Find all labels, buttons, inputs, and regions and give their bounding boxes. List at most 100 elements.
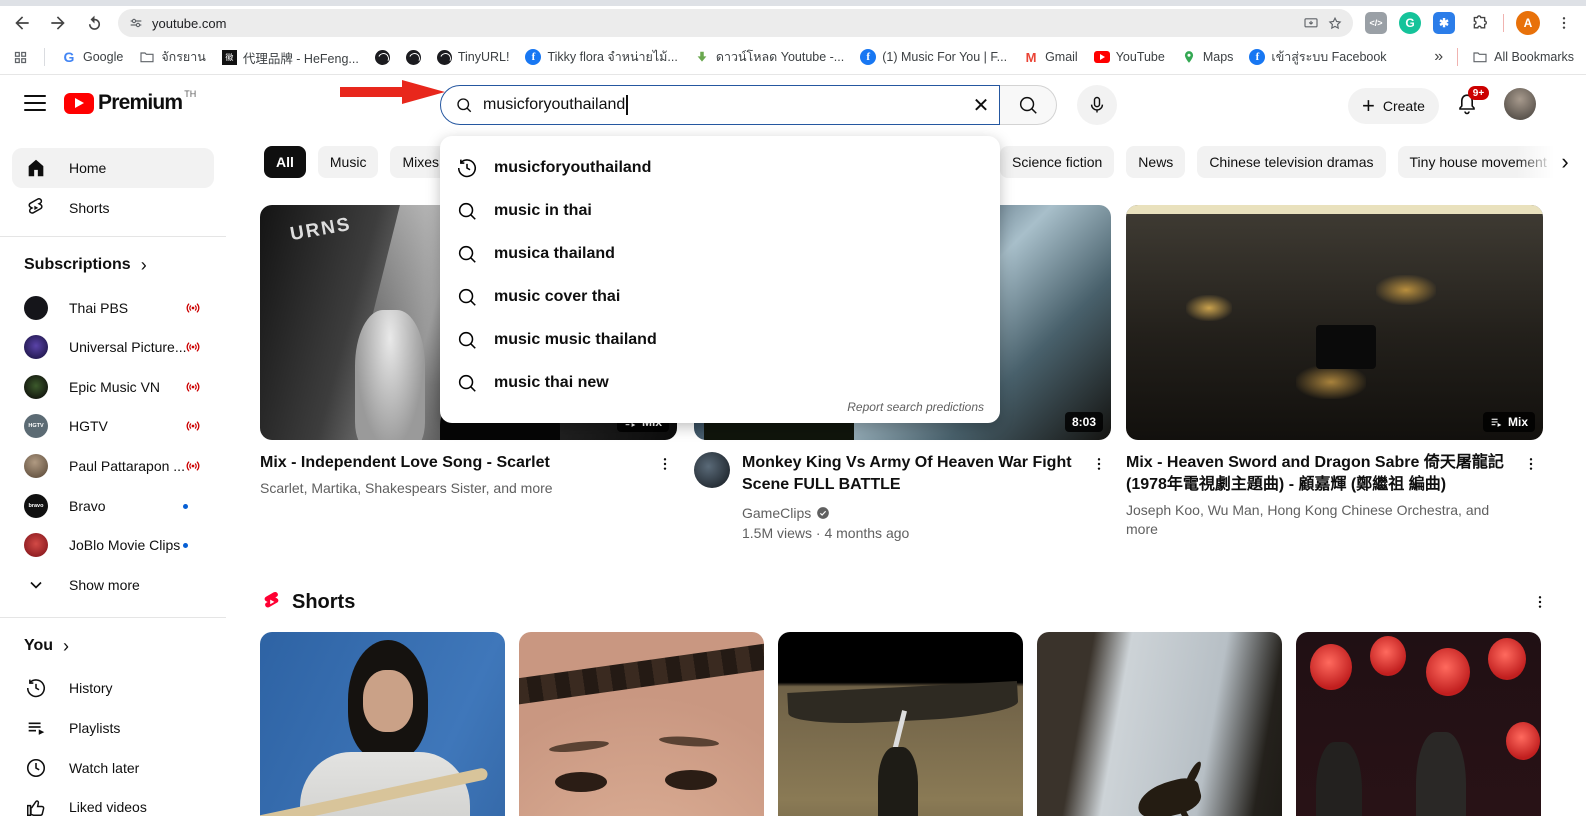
shorts-thumbnail-4[interactable] <box>1037 632 1282 816</box>
live-badge-icon <box>184 378 202 396</box>
video-subtitle[interactable]: Joseph Koo, Wu Man, Hong Kong Chinese Or… <box>1126 501 1519 539</box>
bookmark-hefeng[interactable]: 徽 代理品牌 - HeFeng... <box>222 48 359 67</box>
grammarly-extension-icon[interactable]: G <box>1399 12 1421 34</box>
chips-scroll-right-chevron[interactable]: › <box>1552 149 1578 175</box>
sidebar-item-shorts[interactable]: Shorts <box>12 188 214 228</box>
sidebar-show-more[interactable]: Show more <box>12 565 214 605</box>
suggestion-item[interactable]: musicforyouthailand <box>440 146 1000 189</box>
apps-grid-icon[interactable] <box>12 49 28 65</box>
bookmark-download-youtube[interactable]: ดาวน์โหลด Youtube -... <box>694 47 844 67</box>
video-meta: 1.5M views · 4 months ago <box>742 524 1087 543</box>
search-input[interactable]: musicforyouthailand <box>440 85 1000 125</box>
video-title[interactable]: Mix - Heaven Sword and Dragon Sabre 倚天屠龍… <box>1126 452 1519 496</box>
sidebar-channel-epic-music-vn[interactable]: Epic Music VN <box>12 367 214 407</box>
video-menu-kebab-icon[interactable] <box>653 452 677 476</box>
bookmarks-divider <box>1457 48 1458 66</box>
bookmark-gmail[interactable]: M Gmail <box>1023 49 1078 65</box>
chip-science-fiction[interactable]: Science fiction <box>1000 146 1114 178</box>
chip-news[interactable]: News <box>1126 146 1185 178</box>
bookmark-tinyurl[interactable]: TinyURL! <box>437 50 510 65</box>
sidebar-channel-paul-pattarapon[interactable]: Paul Pattarapon ... <box>12 446 214 486</box>
home-icon <box>24 156 48 180</box>
thumbnail-art <box>1310 644 1352 690</box>
bookmark-music-for-you[interactable]: f (1) Music For You | F... <box>860 49 1007 65</box>
verified-icon <box>816 506 830 520</box>
sidebar-item-liked-videos[interactable]: Liked videos <box>12 787 214 816</box>
suggestion-item[interactable]: musica thailand <box>440 232 1000 275</box>
sidebar-channel-joblo[interactable]: JoBlo Movie Clips <box>12 525 214 565</box>
sidebar-channel-thai-pbs[interactable]: Thai PBS <box>12 288 214 328</box>
bookmark-youtube[interactable]: YouTube <box>1094 50 1165 64</box>
suggestion-item[interactable]: music thai new <box>440 361 1000 404</box>
thumbnail-art <box>363 670 413 732</box>
bookmark-folder[interactable]: จักรยาน <box>139 47 206 67</box>
channel-name-row[interactable]: GameClips <box>742 505 1087 521</box>
channel-avatar[interactable] <box>694 452 730 488</box>
shorts-thumbnail-3[interactable] <box>778 632 1023 816</box>
site-info-icon[interactable] <box>128 15 144 31</box>
video-title[interactable]: Mix - Independent Love Song - Scarlet <box>260 452 653 474</box>
code-extension-icon[interactable]: </> <box>1365 12 1387 34</box>
thumbnail-art <box>1316 742 1362 816</box>
shorts-thumbnail-2[interactable] <box>519 632 764 816</box>
video-card-3: Mix Mix - Heaven Sword and Dragon Sabre … <box>1126 205 1543 539</box>
create-button[interactable]: + Create <box>1348 88 1439 124</box>
extensions-puzzle-icon[interactable] <box>1467 11 1491 35</box>
bookmark-google[interactable]: G Google <box>61 49 123 65</box>
plus-icon: + <box>1362 95 1375 117</box>
browser-profile-avatar[interactable]: A <box>1516 11 1540 35</box>
chip-all[interactable]: All <box>264 146 306 178</box>
account-avatar[interactable] <box>1504 88 1536 120</box>
suggestion-item[interactable]: music in thai <box>440 189 1000 232</box>
sidebar-channel-universal[interactable]: Universal Picture... <box>12 327 214 367</box>
reload-icon[interactable] <box>82 11 106 35</box>
video-title[interactable]: Monkey King Vs Army Of Heaven War Fight … <box>742 452 1087 496</box>
voice-search-button[interactable] <box>1077 85 1117 125</box>
bookmark-star-icon[interactable] <box>1327 15 1343 31</box>
search-button[interactable] <box>1000 85 1057 125</box>
facebook-icon: f <box>860 49 876 65</box>
sidebar-item-history[interactable]: History <box>12 668 214 708</box>
mix-badge: Mix <box>1483 412 1535 432</box>
sidebar-channel-hgtv[interactable]: HGTV HGTV <box>12 406 214 446</box>
browser-menu-kebab-icon[interactable] <box>1552 11 1576 35</box>
suggestion-item[interactable]: music cover thai <box>440 275 1000 318</box>
address-bar[interactable]: youtube.com <box>118 9 1353 37</box>
clear-search-button[interactable]: ✕ <box>962 85 1000 125</box>
youtube-premium-logo[interactable]: Premium TH <box>64 89 196 115</box>
sidebar-item-watch-later[interactable]: Watch later <box>12 748 214 788</box>
forward-icon[interactable] <box>46 11 70 35</box>
youtube-play-icon <box>64 93 94 114</box>
thumbnail-art <box>1186 295 1232 321</box>
video-menu-kebab-icon[interactable] <box>1519 452 1543 476</box>
sidebar-item-home[interactable]: Home <box>12 148 214 188</box>
bookmark-globe-2[interactable] <box>406 50 421 65</box>
chip-music[interactable]: Music <box>318 146 379 178</box>
channel-avatar <box>24 296 48 320</box>
back-icon[interactable] <box>10 11 34 35</box>
suggestion-item[interactable]: music music thailand <box>440 318 1000 361</box>
video-menu-kebab-icon[interactable] <box>1087 452 1111 476</box>
subscriptions-header[interactable]: Subscriptions › <box>24 250 147 280</box>
chip-chinese-tv-dramas[interactable]: Chinese television dramas <box>1197 146 1385 178</box>
bookmark-tikky-flora[interactable]: f Tikky flora จำหน่ายไม้... <box>525 47 677 67</box>
bookmark-globe-1[interactable] <box>375 50 390 65</box>
you-header[interactable]: You › <box>24 631 69 661</box>
bookmark-facebook-login[interactable]: f เข้าสู่ระบบ Facebook <box>1249 47 1386 67</box>
guide-hamburger-icon[interactable] <box>24 91 46 115</box>
install-app-icon[interactable] <box>1303 15 1319 31</box>
all-bookmarks-button[interactable]: All Bookmarks <box>1472 49 1574 65</box>
sidebar-channel-bravo[interactable]: bravo Bravo <box>12 486 214 526</box>
shorts-menu-kebab-icon[interactable] <box>1528 590 1552 614</box>
shorts-thumbnail-5[interactable] <box>1296 632 1541 816</box>
bookmark-maps[interactable]: Maps <box>1181 49 1234 65</box>
sidebar-item-playlists[interactable]: Playlists <box>12 708 214 748</box>
shorts-thumbnail-1[interactable] <box>260 632 505 816</box>
live-badge-icon <box>184 457 202 475</box>
video-thumbnail-3[interactable]: Mix <box>1126 205 1543 440</box>
blue-extension-icon[interactable]: ✱ <box>1433 12 1455 34</box>
bookmarks-overflow-chevron[interactable]: » <box>1434 48 1443 66</box>
video-subtitle[interactable]: Scarlet, Martika, Shakespears Sister, an… <box>260 479 653 498</box>
search-query-text: musicforyouthailand <box>483 96 625 114</box>
report-search-predictions-link[interactable]: Report search predictions <box>847 400 984 414</box>
